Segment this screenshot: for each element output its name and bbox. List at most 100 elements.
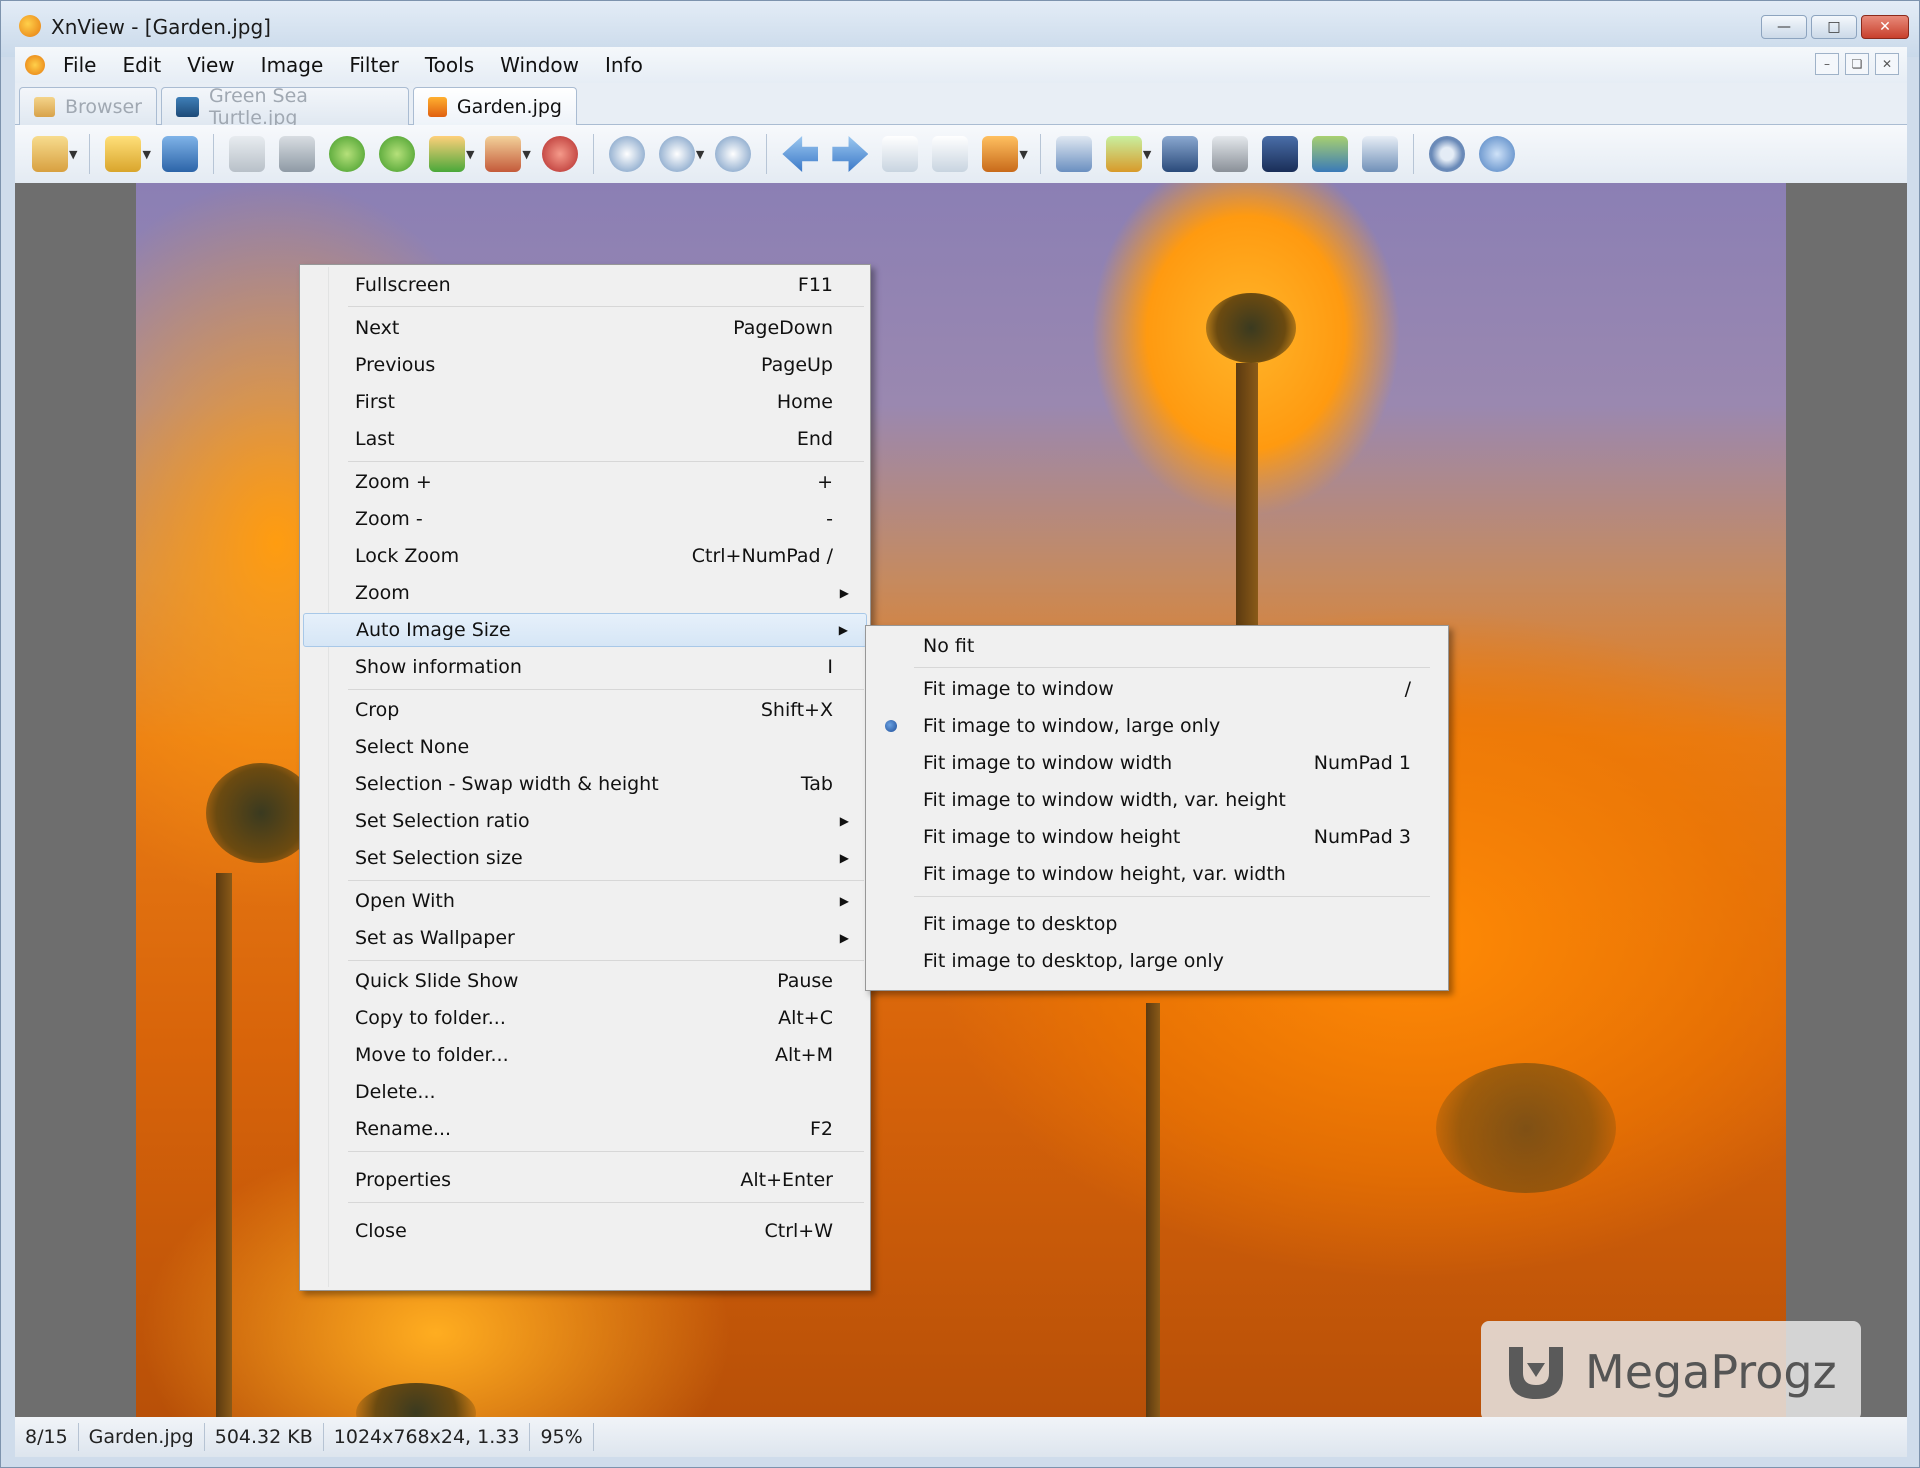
- previous-icon[interactable]: [782, 136, 819, 172]
- document-system-icon[interactable]: [25, 55, 45, 75]
- menu-image[interactable]: Image: [261, 53, 324, 77]
- menu-separator: [348, 306, 864, 307]
- slideshow-icon[interactable]: [982, 136, 1019, 172]
- menu-info[interactable]: Info: [605, 53, 643, 77]
- doc-restore-button[interactable]: ❏: [1845, 53, 1869, 75]
- menu-tools[interactable]: Tools: [425, 53, 474, 77]
- adjust-icon[interactable]: [428, 136, 465, 172]
- print-icon[interactable]: [1212, 136, 1249, 172]
- menu-item-first[interactable]: First Home: [303, 385, 867, 419]
- menu-item-zoom[interactable]: Zoom ▶: [303, 576, 867, 610]
- dropdown-arrow-icon[interactable]: ▼: [1143, 148, 1151, 161]
- menu-item-close[interactable]: Close Ctrl+W: [303, 1214, 867, 1248]
- last-page-icon[interactable]: [932, 136, 969, 172]
- menu-item-rename[interactable]: Rename... F2: [303, 1112, 867, 1146]
- menu-item-zoom-out[interactable]: Zoom - -: [303, 502, 867, 536]
- menu-item-selection-ratio[interactable]: Set Selection ratio ▶: [303, 804, 867, 838]
- crop-icon[interactable]: [278, 136, 315, 172]
- menu-item-shortcut: Home: [776, 391, 833, 413]
- filter-icon[interactable]: [485, 136, 522, 172]
- menu-view[interactable]: View: [187, 53, 234, 77]
- menu-window[interactable]: Window: [500, 53, 579, 77]
- menu-items: File Edit View Image Filter Tools Window…: [63, 53, 643, 77]
- save-icon[interactable]: [161, 136, 198, 172]
- open-folder-icon[interactable]: [105, 136, 142, 172]
- effects-icon[interactable]: [541, 136, 578, 172]
- menu-item-crop[interactable]: Crop Shift+X: [303, 693, 867, 727]
- dropdown-arrow-icon[interactable]: ▼: [142, 148, 150, 161]
- menu-item-label: Set Selection ratio: [355, 810, 530, 832]
- menu-item-lock-zoom[interactable]: Lock Zoom Ctrl+NumPad /: [303, 539, 867, 573]
- tab-garden[interactable]: Garden.jpg: [413, 87, 577, 125]
- doc-minimize-button[interactable]: –: [1815, 53, 1839, 75]
- first-page-icon[interactable]: [882, 136, 919, 172]
- menu-file[interactable]: File: [63, 53, 96, 77]
- dropdown-arrow-icon[interactable]: ▼: [466, 148, 474, 161]
- doc-close-button[interactable]: ✕: [1875, 53, 1899, 75]
- browser-tree-icon[interactable]: [32, 136, 68, 172]
- dropdown-arrow-icon[interactable]: ▼: [696, 148, 704, 161]
- submenu-item-no-fit[interactable]: No fit: [869, 629, 1445, 663]
- menu-filter[interactable]: Filter: [349, 53, 399, 77]
- fullscreen-icon[interactable]: [1055, 136, 1092, 172]
- menu-item-label: Rename...: [355, 1118, 452, 1140]
- menu-item-next[interactable]: Next PageDown: [303, 311, 867, 345]
- tab-green-sea-turtle[interactable]: Green Sea Turtle.jpg: [161, 85, 409, 129]
- menu-separator: [348, 1202, 864, 1203]
- dropdown-arrow-icon[interactable]: ▼: [522, 148, 530, 161]
- status-bar: 8/15 Garden.jpg 504.32 KB 1024x768x24, 1…: [15, 1417, 1907, 1457]
- menu-item-previous[interactable]: Previous PageUp: [303, 348, 867, 382]
- rotate-right-icon[interactable]: [378, 136, 415, 172]
- minimize-button[interactable]: —: [1761, 15, 1807, 39]
- find-icon[interactable]: [1162, 136, 1199, 172]
- auto-image-size-submenu: No fit Fit image to window / Fit image to…: [865, 625, 1449, 991]
- xnview-app-icon[interactable]: [19, 15, 41, 37]
- undo-icon[interactable]: [228, 136, 265, 172]
- submenu-item-fit-window-large-only[interactable]: Fit image to window, large only: [869, 709, 1445, 743]
- menu-item-properties[interactable]: Properties Alt+Enter: [303, 1163, 867, 1197]
- submenu-item-fit-window[interactable]: Fit image to window /: [869, 672, 1445, 706]
- scan-icon[interactable]: [1262, 136, 1299, 172]
- capture-icon[interactable]: [1362, 136, 1399, 172]
- menu-item-copy-to-folder[interactable]: Copy to folder... Alt+C: [303, 1001, 867, 1035]
- menu-item-auto-image-size[interactable]: Auto Image Size ▶: [303, 613, 867, 647]
- submenu-item-fit-window-width[interactable]: Fit image to window width NumPad 1: [869, 746, 1445, 780]
- settings-icon[interactable]: [1429, 136, 1466, 172]
- dropdown-arrow-icon[interactable]: ▼: [69, 148, 77, 161]
- menu-item-last[interactable]: Last End: [303, 422, 867, 456]
- submenu-item-fit-window-width-var-height[interactable]: Fit image to window width, var. height: [869, 783, 1445, 817]
- menu-item-select-none[interactable]: Select None: [303, 730, 867, 764]
- menu-item-fullscreen[interactable]: Fullscreen F11: [303, 268, 867, 302]
- menu-item-swap-selection[interactable]: Selection - Swap width & height Tab: [303, 767, 867, 801]
- zoom-out-icon[interactable]: [715, 136, 752, 172]
- menu-item-quick-slide-show[interactable]: Quick Slide Show Pause: [303, 964, 867, 998]
- wallpaper-icon[interactable]: [1312, 136, 1349, 172]
- menu-item-zoom-in[interactable]: Zoom + +: [303, 465, 867, 499]
- tab-label: Browser: [65, 95, 142, 118]
- zoom-in-icon[interactable]: [608, 136, 645, 172]
- convert-icon[interactable]: [1105, 136, 1142, 172]
- menu-separator: [348, 689, 864, 690]
- tab-browser[interactable]: Browser: [19, 87, 157, 125]
- menu-item-open-with[interactable]: Open With ▶: [303, 884, 867, 918]
- flower-center-decoration: [356, 1383, 476, 1417]
- submenu-item-fit-desktop-large-only[interactable]: Fit image to desktop, large only: [869, 944, 1445, 978]
- maximize-button[interactable]: □: [1811, 15, 1857, 39]
- next-icon[interactable]: [832, 136, 869, 172]
- menu-separator: [914, 896, 1430, 897]
- info-icon[interactable]: [1479, 136, 1516, 172]
- menu-item-delete[interactable]: Delete...: [303, 1075, 867, 1109]
- submenu-item-fit-window-height[interactable]: Fit image to window height NumPad 3: [869, 820, 1445, 854]
- zoom-fit-icon[interactable]: [658, 136, 695, 172]
- window-title: XnView - [Garden.jpg]: [51, 15, 271, 39]
- menu-item-move-to-folder[interactable]: Move to folder... Alt+M: [303, 1038, 867, 1072]
- dropdown-arrow-icon[interactable]: ▼: [1019, 148, 1027, 161]
- submenu-item-fit-desktop[interactable]: Fit image to desktop: [869, 907, 1445, 941]
- menu-edit[interactable]: Edit: [122, 53, 161, 77]
- rotate-left-icon[interactable]: [328, 136, 365, 172]
- menu-item-show-information[interactable]: Show information I: [303, 650, 867, 684]
- menu-item-set-wallpaper[interactable]: Set as Wallpaper ▶: [303, 921, 867, 955]
- close-window-button[interactable]: ✕: [1861, 15, 1909, 39]
- submenu-item-fit-window-height-var-width[interactable]: Fit image to window height, var. width: [869, 857, 1445, 891]
- menu-item-selection-size[interactable]: Set Selection size ▶: [303, 841, 867, 875]
